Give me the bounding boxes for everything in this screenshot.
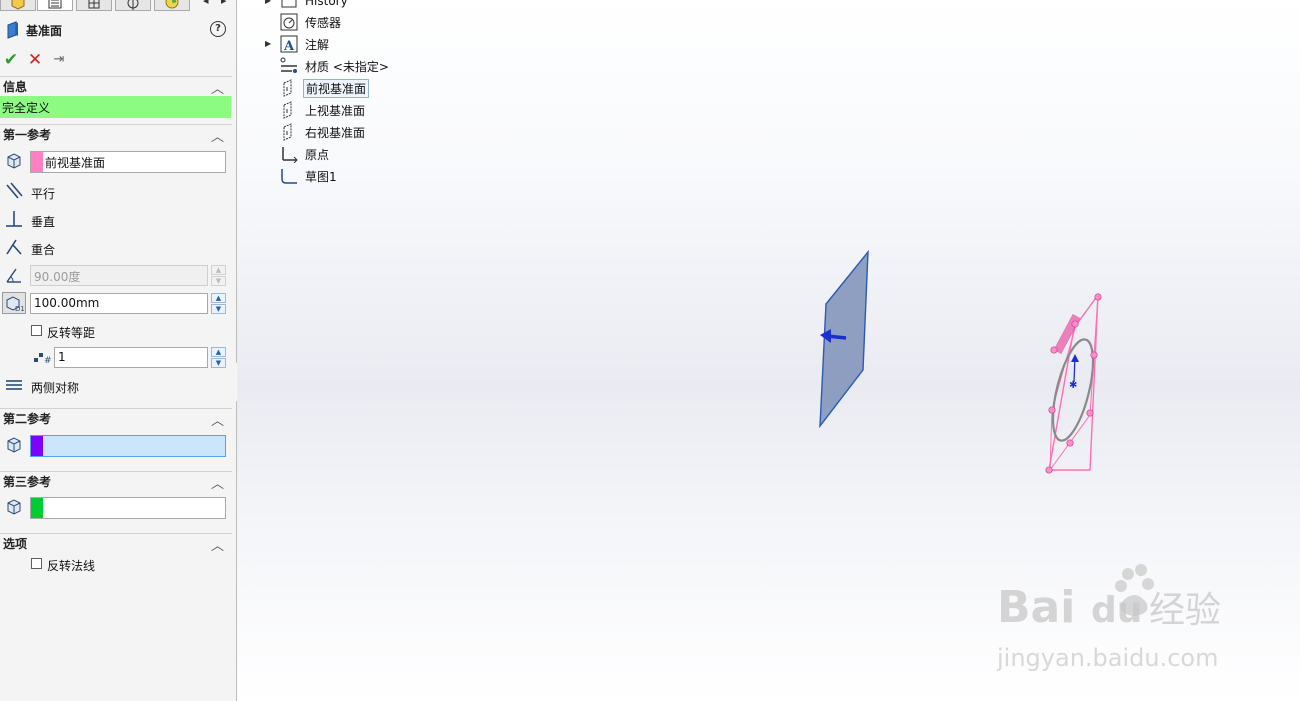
mid-plane-label: 两侧对称: [31, 381, 80, 395]
status-message: 完全定义: [0, 96, 231, 118]
section-third-ref-header[interactable]: 第三参考 ︿: [0, 471, 232, 492]
plane-count-icon: #: [32, 349, 52, 368]
flip-normal-checkbox[interactable]: [31, 558, 42, 569]
offset-distance-icon[interactable]: D1: [2, 292, 26, 314]
flip-normal-label: 反转法线: [47, 559, 96, 573]
svg-text:✱: ✱: [1069, 380, 1077, 391]
first-ref-selection-row: 前视基准面: [0, 150, 232, 174]
svg-text:#: #: [44, 356, 52, 365]
tab-scroll-left-icon[interactable]: ◂: [203, 0, 209, 7]
angle-input[interactable]: 90.00度: [30, 265, 208, 286]
reference-cube-icon: [2, 496, 26, 518]
perpendicular-icon[interactable]: [2, 208, 26, 230]
flip-offset-label: 反转等距: [47, 326, 96, 340]
second-ref-selection-row: [0, 434, 232, 458]
property-manager: ◂ ▸ 基准面 ? ✔ ✕ ⇥ 信息 ︿ 完全定义 第一参考 ︿ 前视基准面 平…: [0, 0, 237, 701]
angle-row: 90.00度 ▲ ▼: [0, 264, 232, 288]
distance-spinner[interactable]: ▲ ▼: [211, 293, 226, 314]
coincident-icon[interactable]: [2, 236, 26, 258]
graphics-viewport[interactable]: ▶ History 传感器 ▶ A 注解 材质 <未指定> 前视基准面 上视基准…: [237, 0, 1300, 701]
action-bar: ✔ ✕ ⇥: [2, 50, 68, 70]
spin-down-icon[interactable]: ▼: [211, 358, 226, 368]
display-manager-icon: [165, 0, 179, 9]
third-ref-selection-row: [0, 496, 232, 520]
perpendicular-option[interactable]: 垂直: [0, 208, 232, 232]
spin-up-icon[interactable]: ▲: [211, 293, 226, 303]
second-ref-color-swatch: [31, 436, 43, 456]
section-info-header[interactable]: 信息 ︿: [0, 76, 232, 97]
third-ref-color-swatch: [31, 498, 43, 518]
tab-property-manager[interactable]: [37, 0, 73, 11]
watermark-brand: Bai: [997, 582, 1075, 633]
section-options-header[interactable]: 选项 ︿: [0, 533, 232, 554]
count-row: # 1 ▲ ▼: [0, 346, 232, 370]
section-second-ref-header[interactable]: 第二参考 ︿: [0, 408, 232, 429]
tab-display-manager[interactable]: [154, 0, 190, 11]
coincident-option[interactable]: 重合: [0, 236, 232, 260]
count-spinner[interactable]: ▲ ▼: [211, 347, 226, 368]
parallel-label: 平行: [31, 187, 56, 201]
flip-offset-checkbox[interactable]: [31, 325, 42, 336]
reference-cube-icon: [2, 434, 26, 456]
parallel-icon[interactable]: [2, 180, 26, 202]
distance-row: D1 100.00mm ▲ ▼: [0, 292, 232, 316]
svg-text:D1: D1: [15, 305, 24, 313]
dimxpert-icon: [127, 0, 139, 10]
front-plane-with-sketch[interactable]: ✱: [1045, 292, 1102, 474]
watermark-brand-du: du: [1091, 590, 1142, 631]
perpendicular-label: 垂直: [31, 215, 56, 229]
parallel-option[interactable]: 平行: [0, 180, 232, 204]
tab-dimxpert[interactable]: [115, 0, 151, 11]
watermark-brand-cn: 经验: [1149, 590, 1221, 631]
first-ref-selection-box[interactable]: 前视基准面: [30, 151, 226, 173]
ok-button[interactable]: ✔: [2, 51, 20, 69]
section-options-title: 选项: [3, 537, 28, 551]
plane-feature-icon: [7, 21, 18, 39]
count-input[interactable]: 1: [54, 347, 208, 368]
property-manager-icon: [48, 0, 62, 9]
third-ref-selection-box[interactable]: [30, 497, 226, 519]
baidu-watermark-logo: Bai du 经验 jingyan.baidu.com: [997, 564, 1221, 672]
angle-icon[interactable]: [2, 264, 26, 286]
section-second-ref-title: 第二参考: [3, 412, 52, 426]
collapse-chevron-icon[interactable]: ︿: [211, 78, 224, 97]
configuration-manager-icon: [88, 0, 100, 9]
tab-configuration-manager[interactable]: [76, 0, 112, 11]
tab-scroll-right-icon[interactable]: ▸: [221, 0, 227, 7]
distance-input[interactable]: 100.00mm: [30, 293, 208, 314]
spin-up-icon[interactable]: ▲: [211, 265, 226, 275]
help-button[interactable]: ?: [210, 21, 226, 37]
tab-feature-manager[interactable]: [0, 0, 36, 11]
collapse-chevron-icon[interactable]: ︿: [211, 535, 224, 554]
coincident-label: 重合: [31, 243, 56, 257]
watermark-url: jingyan.baidu.com: [997, 644, 1218, 672]
first-ref-color-swatch: [31, 152, 43, 172]
collapse-chevron-icon[interactable]: ︿: [211, 410, 224, 429]
panel-tabs: ◂ ▸: [0, 0, 236, 12]
collapse-chevron-icon[interactable]: ︿: [211, 473, 224, 492]
collapse-chevron-icon[interactable]: ︿: [211, 126, 224, 145]
section-third-ref-title: 第三参考: [3, 475, 52, 489]
spin-down-icon[interactable]: ▼: [211, 304, 226, 314]
spin-down-icon[interactable]: ▼: [211, 276, 226, 286]
section-info-title: 信息: [3, 80, 28, 94]
feature-manager-icon: [11, 0, 25, 10]
mid-plane-option[interactable]: 两侧对称: [0, 374, 232, 398]
pin-button[interactable]: ⇥: [50, 51, 68, 69]
plane-label-handles: [1053, 314, 1081, 354]
panel-title: 基准面: [26, 23, 63, 38]
first-ref-selection-text: 前视基准面: [45, 156, 106, 170]
second-ref-selection-box[interactable]: [30, 435, 226, 457]
cancel-button[interactable]: ✕: [26, 51, 44, 69]
panel-header: 基准面: [6, 20, 62, 40]
reference-cube-icon: [2, 150, 26, 172]
section-first-ref-header[interactable]: 第一参考 ︿: [0, 124, 232, 145]
mid-plane-icon[interactable]: [2, 374, 26, 396]
section-first-ref-title: 第一参考: [3, 128, 52, 142]
spin-up-icon[interactable]: ▲: [211, 347, 226, 357]
angle-spinner[interactable]: ▲ ▼: [211, 265, 226, 286]
